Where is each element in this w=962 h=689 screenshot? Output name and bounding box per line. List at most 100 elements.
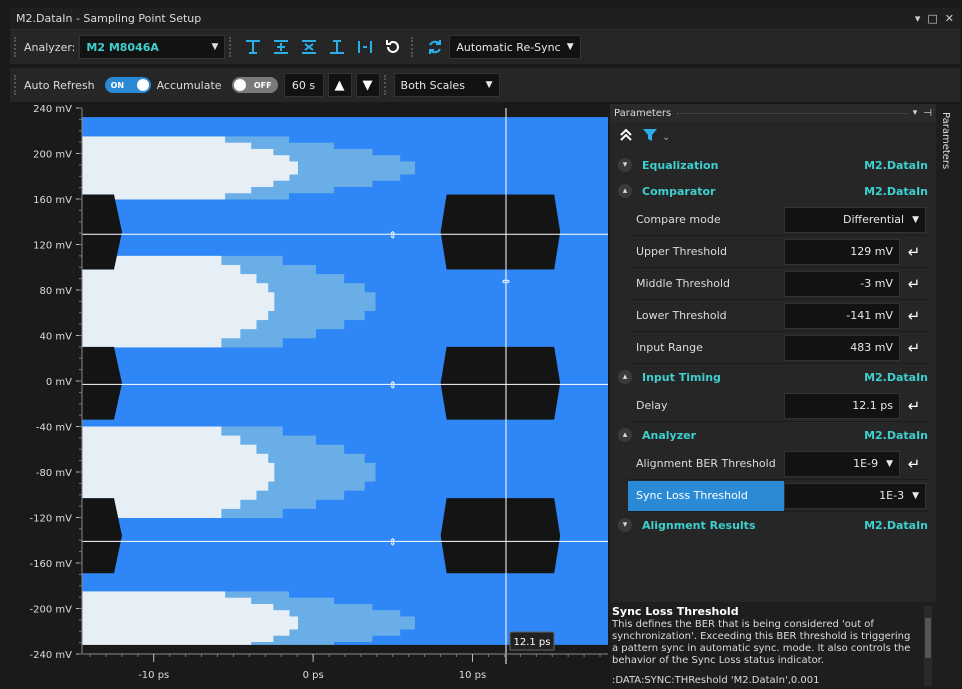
eye-lobe-band: [82, 283, 269, 293]
upper-threshold-input[interactable]: 129 mV: [784, 238, 900, 265]
parameters-side-tab[interactable]: Parameters: [936, 104, 960, 688]
threshold-handle-icon[interactable]: ⇕: [389, 230, 397, 241]
parameters-tools: ⌄: [610, 122, 936, 152]
delay-center-icon[interactable]: [353, 35, 377, 59]
scales-value: Both Scales: [400, 78, 465, 92]
scales-dropdown[interactable]: Both Scales ▼: [393, 73, 500, 97]
y-tick-label: 240 mV: [33, 104, 72, 115]
eye-lobe-band: [82, 136, 226, 144]
section-analyzer[interactable]: ▴ Analyzer M2.DataIn: [610, 422, 936, 448]
interval-down-button[interactable]: ▼: [355, 73, 380, 97]
toolbar-grip[interactable]: [383, 75, 388, 95]
panel-dropdown-icon[interactable]: ▾: [913, 108, 918, 118]
eye-lobe-band: [82, 591, 226, 599]
eye-lobe-band: [82, 597, 252, 605]
section-input-timing[interactable]: ▴ Input Timing M2.DataIn: [610, 364, 936, 390]
row-compare-mode: Compare mode Differential ▼: [628, 204, 930, 236]
y-tick-label: 0 mV: [46, 377, 72, 388]
chevron-down-icon: ▼: [211, 42, 219, 52]
row-lower-threshold: Lower Threshold -141 mV ↵: [628, 300, 930, 332]
collapse-icon[interactable]: ▴: [618, 428, 632, 442]
eye-lobe-band: [82, 319, 257, 330]
toolbar-grip[interactable]: [411, 37, 415, 57]
eye-diagram-svg[interactable]: ⇕ ⇕ ⇕ ⇔ 12.1 ps 240 mV 200 mV 160 mV 120 mV 80 mV…: [10, 104, 608, 688]
y-tick-label: 80 mV: [40, 286, 73, 297]
eye-lobe-band: [82, 328, 241, 339]
y-tick-label: -240 mV: [30, 650, 73, 661]
y-tick-label: 120 mV: [33, 241, 72, 252]
delay-handle-icon[interactable]: ⇔: [502, 276, 510, 287]
enter-icon[interactable]: ↵: [902, 239, 926, 265]
collapse-icon[interactable]: ▴: [618, 370, 632, 384]
description-panel: Sync Loss Threshold This defines the BER…: [610, 602, 936, 688]
reset-icon[interactable]: [381, 35, 405, 59]
enter-icon[interactable]: ↵: [902, 303, 926, 329]
threshold-upper-icon[interactable]: [241, 35, 265, 59]
delay-input[interactable]: 12.1 ps: [784, 392, 900, 419]
chevron-down-icon: ▼: [912, 214, 919, 225]
y-tick-label: -200 mV: [30, 605, 73, 616]
section-target: M2.DataIn: [864, 370, 928, 384]
toolbar-grip[interactable]: [14, 37, 18, 57]
section-comparator[interactable]: ▴ Comparator M2.DataIn: [610, 178, 936, 204]
maximize-icon[interactable]: □: [927, 12, 937, 25]
expand-icon[interactable]: ▾: [618, 158, 632, 172]
threshold-span-icon[interactable]: [297, 35, 321, 59]
section-target: M2.DataIn: [864, 428, 928, 442]
section-equalization[interactable]: ▾ Equalization M2.DataIn: [610, 152, 936, 178]
toolbar-grip[interactable]: [229, 37, 233, 57]
eye-lobe-band: [82, 444, 257, 455]
lower-threshold-input[interactable]: -141 mV: [784, 302, 900, 329]
enter-icon[interactable]: ↵: [902, 393, 926, 419]
alignment-ber-dropdown[interactable]: 1E-9 ▼: [784, 450, 900, 477]
y-tick-label: 160 mV: [33, 195, 72, 206]
x-tick-label: 0 ps: [303, 670, 324, 681]
refresh-interval[interactable]: 60 s: [283, 73, 324, 97]
sync-loss-label: Sync Loss Threshold: [628, 480, 784, 511]
sync-loss-dropdown[interactable]: 1E-3 ▼: [784, 482, 926, 509]
section-name: Alignment Results: [642, 518, 756, 532]
toolbar-grip[interactable]: [14, 75, 18, 95]
lower-threshold-label: Lower Threshold: [636, 309, 727, 322]
eye-void-left: [82, 498, 122, 574]
input-range-input[interactable]: 483 mV: [784, 334, 900, 361]
middle-threshold-input[interactable]: -3 mV: [784, 270, 900, 297]
accumulate-toggle[interactable]: OFF: [231, 77, 278, 93]
threshold-handle-icon[interactable]: ⇕: [389, 380, 397, 391]
eye-void-right: [440, 498, 561, 574]
interval-up-button[interactable]: ▲: [327, 73, 352, 97]
window-title: M2.DataIn - Sampling Point Setup: [16, 12, 202, 25]
eye-diagram-chart[interactable]: ⇕ ⇕ ⇕ ⇔ 12.1 ps 240 mV 200 mV 160 mV 120 mV 80 mV…: [10, 104, 608, 688]
auto-refresh-label: Auto Refresh: [24, 78, 95, 92]
compare-mode-dropdown[interactable]: Differential ▼: [784, 206, 926, 233]
y-tick-label: 40 mV: [40, 332, 73, 343]
section-name: Analyzer: [642, 428, 696, 442]
collapse-icon[interactable]: ▴: [618, 184, 632, 198]
eye-lobe-band: [82, 142, 252, 150]
eye-lobe-band: [82, 180, 274, 187]
sync-mode-dropdown[interactable]: Automatic Re-Sync ▼: [449, 35, 581, 59]
resync-icon[interactable]: [423, 35, 447, 59]
collapse-all-icon[interactable]: [618, 127, 634, 147]
threshold-middle-icon[interactable]: [269, 35, 293, 59]
threshold-lower-icon[interactable]: [325, 35, 349, 59]
section-alignment-results[interactable]: ▾ Alignment Results M2.DataIn: [610, 512, 936, 538]
threshold-handle-icon[interactable]: ⇕: [389, 537, 397, 548]
description-title: Sync Loss Threshold: [612, 605, 739, 618]
y-tick-label: 200 mV: [33, 150, 72, 161]
filter-icon[interactable]: [642, 127, 658, 147]
toolbar-analyzer: Analyzer: M2 M8046A ▼ Automatic Re-Sync …: [10, 30, 960, 64]
expand-icon[interactable]: ▾: [618, 518, 632, 532]
description-scrollbar[interactable]: [924, 606, 932, 686]
enter-icon[interactable]: ↵: [902, 451, 926, 477]
auto-refresh-toggle[interactable]: ON: [104, 77, 151, 93]
enter-icon[interactable]: ↵: [902, 271, 926, 297]
pin-icon[interactable]: ⊣: [923, 108, 932, 119]
analyzer-dropdown[interactable]: M2 M8046A ▼: [79, 35, 226, 59]
section-name: Comparator: [642, 184, 716, 198]
chevron-down-icon[interactable]: ⌄: [662, 132, 670, 143]
enter-icon[interactable]: ↵: [902, 335, 926, 361]
pin-dropdown-icon[interactable]: ▾: [915, 12, 921, 25]
eye-lobe-band: [82, 173, 290, 181]
close-icon[interactable]: ✕: [945, 12, 954, 25]
